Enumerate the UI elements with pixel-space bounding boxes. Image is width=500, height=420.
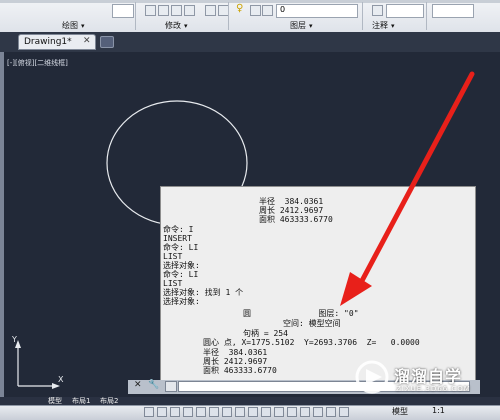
osnap-icon[interactable] [196,407,206,417]
lwt-icon[interactable] [248,407,258,417]
grid-icon[interactable] [157,407,167,417]
ortho-icon[interactable] [170,407,180,417]
arrow-shaft [353,71,475,295]
dyn-icon[interactable] [235,407,245,417]
command-prompt-icon[interactable] [165,381,177,392]
tab-model[interactable]: 模型 [48,397,62,405]
annotation-scale[interactable]: 1:1 [432,406,445,415]
model-space-label[interactable]: 模型 [392,406,408,417]
tab-layout2[interactable]: 布局2 [100,397,118,405]
zoom-icon[interactable] [326,407,336,417]
orbit-icon[interactable] [339,407,349,417]
ducs-icon[interactable] [222,407,232,417]
tab-layout1[interactable]: 布局1 [72,397,90,405]
close-icon[interactable]: ✕ [134,380,142,390]
otrack-icon[interactable] [209,407,219,417]
arrow-head [340,272,372,306]
tpy-icon[interactable] [261,407,271,417]
wrench-icon[interactable]: 🔧 [148,380,159,390]
snap-icon[interactable] [144,407,154,417]
watermark-brand: 溜溜自学 [394,367,463,386]
qp-icon[interactable] [274,407,284,417]
pan-icon[interactable] [313,407,323,417]
sc-icon[interactable] [287,407,297,417]
polar-icon[interactable] [183,407,193,417]
watermark-site: ZIXUE.3D66.COM [396,385,471,393]
am-icon[interactable] [300,407,310,417]
watermark: 溜溜自学 ZIXUE.3D66.COM [352,355,498,403]
